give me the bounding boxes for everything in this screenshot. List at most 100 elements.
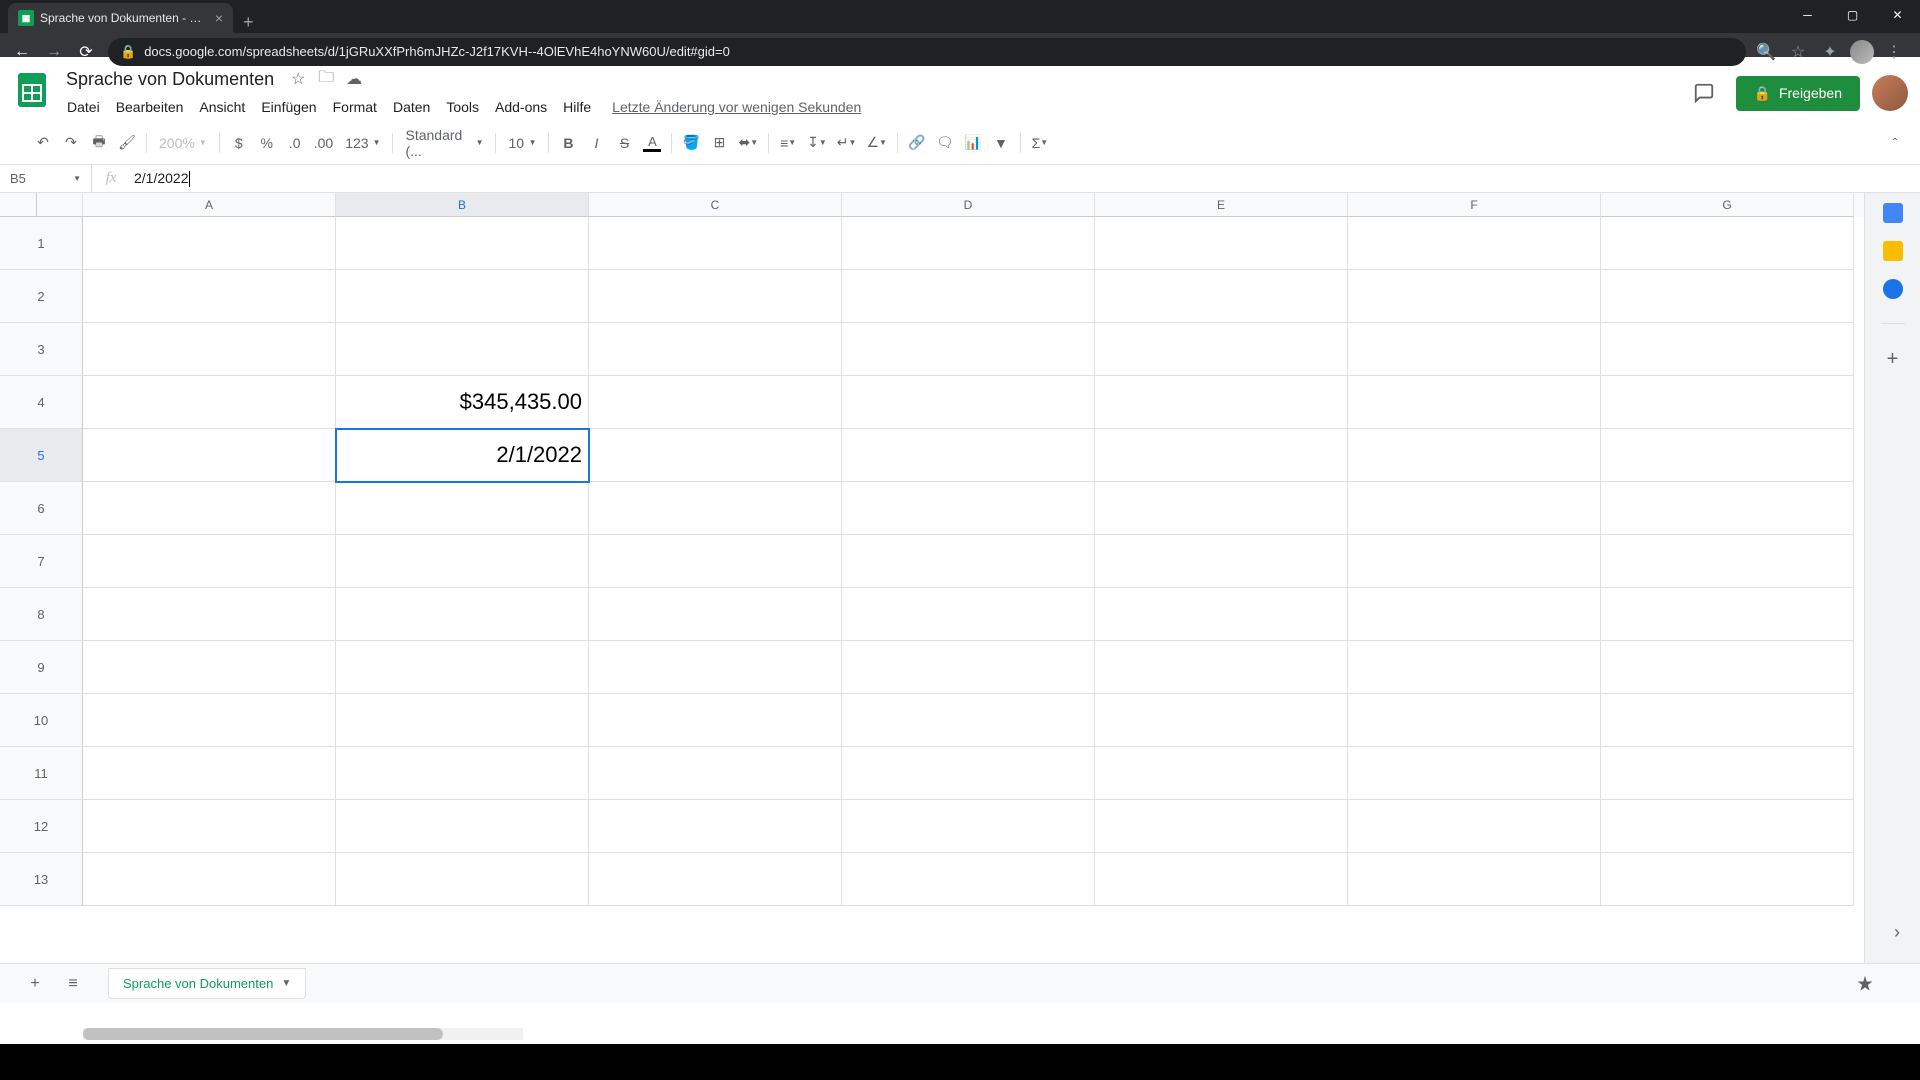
- row-header-11[interactable]: 11: [0, 747, 83, 800]
- extensions-icon[interactable]: ✦: [1818, 40, 1842, 64]
- name-box-dropdown-icon[interactable]: ▼: [73, 174, 81, 183]
- cell-C7[interactable]: [589, 535, 842, 588]
- column-header-C[interactable]: C: [589, 193, 842, 217]
- cell-A13[interactable]: [83, 853, 336, 906]
- cell-A8[interactable]: [83, 588, 336, 641]
- fill-color-button[interactable]: 🪣: [678, 130, 704, 156]
- cell-E6[interactable]: [1095, 482, 1348, 535]
- cell-A6[interactable]: [83, 482, 336, 535]
- cell-C1[interactable]: [589, 217, 842, 270]
- column-header-E[interactable]: E: [1095, 193, 1348, 217]
- increase-decimal-button[interactable]: .00: [310, 130, 337, 156]
- text-rotation-button[interactable]: ∠ ▼: [862, 130, 890, 156]
- tasks-sidebar-icon[interactable]: [1883, 279, 1903, 299]
- cell-C2[interactable]: [589, 270, 842, 323]
- row-header-2[interactable]: 2: [0, 270, 83, 323]
- account-avatar[interactable]: [1872, 75, 1908, 111]
- cell-C10[interactable]: [589, 694, 842, 747]
- collapse-toolbar-button[interactable]: ˆ: [1882, 130, 1908, 156]
- cell-D3[interactable]: [842, 323, 1095, 376]
- cell-E3[interactable]: [1095, 323, 1348, 376]
- cell-G2[interactable]: [1601, 270, 1854, 323]
- row-header-5[interactable]: 5: [0, 429, 83, 482]
- cell-F1[interactable]: [1348, 217, 1601, 270]
- percent-button[interactable]: %: [254, 130, 280, 156]
- sheet-tab[interactable]: Sprache von Dokumenten ▼: [108, 968, 306, 999]
- row-header-9[interactable]: 9: [0, 641, 83, 694]
- cell-G11[interactable]: [1601, 747, 1854, 800]
- formula-input[interactable]: 2/1/2022: [130, 170, 1920, 187]
- reload-button[interactable]: ⟳: [72, 38, 100, 66]
- calendar-sidebar-icon[interactable]: [1883, 203, 1903, 223]
- cell-E12[interactable]: [1095, 800, 1348, 853]
- cell-D4[interactable]: [842, 376, 1095, 429]
- column-header-D[interactable]: D: [842, 193, 1095, 217]
- cell-A12[interactable]: [83, 800, 336, 853]
- strikethrough-button[interactable]: S: [611, 130, 637, 156]
- row-header-10[interactable]: 10: [0, 694, 83, 747]
- comment-history-button[interactable]: [1684, 73, 1724, 113]
- cell-E9[interactable]: [1095, 641, 1348, 694]
- text-wrap-button[interactable]: ↵ ▼: [833, 130, 861, 156]
- print-button[interactable]: 🖶: [86, 130, 112, 156]
- cell-E4[interactable]: [1095, 376, 1348, 429]
- cell-E5[interactable]: [1095, 429, 1348, 482]
- cell-C8[interactable]: [589, 588, 842, 641]
- cell-D10[interactable]: [842, 694, 1095, 747]
- cell-F13[interactable]: [1348, 853, 1601, 906]
- cell-B7[interactable]: [336, 535, 589, 588]
- last-edit-status[interactable]: Letzte Änderung vor wenigen Sekunden: [612, 99, 861, 115]
- menu-file[interactable]: Datei: [60, 95, 107, 119]
- move-icon[interactable]: 🗀: [316, 69, 336, 89]
- column-header-F[interactable]: F: [1348, 193, 1601, 217]
- insert-link-button[interactable]: 🔗: [904, 130, 930, 156]
- menu-data[interactable]: Daten: [386, 95, 437, 119]
- borders-button[interactable]: ⊞: [706, 130, 732, 156]
- cell-C9[interactable]: [589, 641, 842, 694]
- column-header-B[interactable]: B: [336, 193, 589, 217]
- cell-D1[interactable]: [842, 217, 1095, 270]
- cell-D6[interactable]: [842, 482, 1095, 535]
- cell-F6[interactable]: [1348, 482, 1601, 535]
- zoom-select[interactable]: 200% ▼: [153, 135, 213, 151]
- merge-cells-button[interactable]: ⬌ ▼: [734, 130, 762, 156]
- cell-D8[interactable]: [842, 588, 1095, 641]
- cell-A3[interactable]: [83, 323, 336, 376]
- cell-B12[interactable]: [336, 800, 589, 853]
- cell-D9[interactable]: [842, 641, 1095, 694]
- maximize-window-button[interactable]: ▢: [1830, 0, 1875, 30]
- row-header-4[interactable]: 4: [0, 376, 83, 429]
- menu-insert[interactable]: Einfügen: [254, 95, 323, 119]
- cell-E11[interactable]: [1095, 747, 1348, 800]
- cell-G12[interactable]: [1601, 800, 1854, 853]
- browser-tab[interactable]: ▦ Sprache von Dokumenten - Goo ×: [8, 3, 233, 33]
- cell-F7[interactable]: [1348, 535, 1601, 588]
- browser-profile-avatar[interactable]: [1850, 40, 1874, 64]
- cell-F12[interactable]: [1348, 800, 1601, 853]
- cell-B5[interactable]: 2/1/2022: [336, 429, 589, 482]
- row-header-3[interactable]: 3: [0, 323, 83, 376]
- sheet-tab-menu-icon[interactable]: ▼: [281, 978, 291, 989]
- cell-G7[interactable]: [1601, 535, 1854, 588]
- number-format-select[interactable]: 123 ▼: [339, 135, 386, 151]
- row-header-7[interactable]: 7: [0, 535, 83, 588]
- address-bar[interactable]: 🔒 docs.google.com/spreadsheets/d/1jGRuXX…: [108, 38, 1746, 66]
- cell-G9[interactable]: [1601, 641, 1854, 694]
- cell-B1[interactable]: [336, 217, 589, 270]
- cell-C4[interactable]: [589, 376, 842, 429]
- menu-edit[interactable]: Bearbeiten: [109, 95, 191, 119]
- text-color-button[interactable]: A: [639, 130, 665, 156]
- cell-B10[interactable]: [336, 694, 589, 747]
- cell-G10[interactable]: [1601, 694, 1854, 747]
- cell-D11[interactable]: [842, 747, 1095, 800]
- cell-G1[interactable]: [1601, 217, 1854, 270]
- cell-D5[interactable]: [842, 429, 1095, 482]
- cell-G5[interactable]: [1601, 429, 1854, 482]
- vertical-align-button[interactable]: ↧ ▼: [803, 130, 831, 156]
- functions-button[interactable]: Σ ▼: [1027, 130, 1053, 156]
- horizontal-scrollbar[interactable]: [83, 1028, 523, 1040]
- explore-button[interactable]: [1850, 969, 1880, 999]
- cloud-status-icon[interactable]: ☁: [344, 69, 364, 89]
- cell-G8[interactable]: [1601, 588, 1854, 641]
- row-header-6[interactable]: 6: [0, 482, 83, 535]
